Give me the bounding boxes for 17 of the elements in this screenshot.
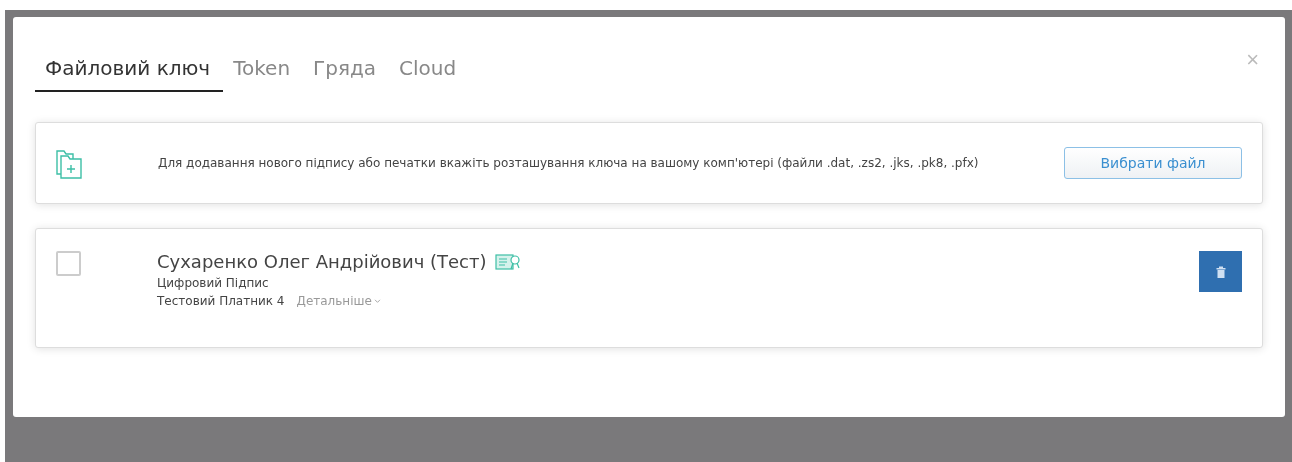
choose-file-button[interactable]: Вибрати файл (1064, 147, 1242, 179)
trash-icon (1215, 265, 1226, 278)
tab[interactable]: Cloud (389, 52, 470, 92)
tab[interactable]: Файловий ключ (35, 52, 224, 92)
details-link[interactable]: Детальніше (296, 294, 381, 308)
folder-add-icon (56, 147, 82, 179)
tab[interactable]: Гряда (303, 52, 390, 92)
delete-button[interactable] (1199, 251, 1242, 292)
close-button[interactable]: × (1246, 47, 1259, 73)
organization-name: Тестовий Платник 4 (157, 294, 285, 308)
key-owner-name: Сухаренко Олег Андрійович (Тест) (157, 251, 487, 272)
tab[interactable]: Token (223, 52, 304, 92)
key-type: Цифровий Підпис (157, 276, 270, 290)
checkbox[interactable] (56, 251, 81, 276)
caret-icon (373, 298, 381, 304)
certificate-icon (494, 252, 521, 271)
instruction-text: Для додавання нового підпису або печатки вкажіть розташування ключа на вашому комп'ютері (файли .dat, .zs2, .jks, .pk8, .pfx) (158, 156, 980, 170)
